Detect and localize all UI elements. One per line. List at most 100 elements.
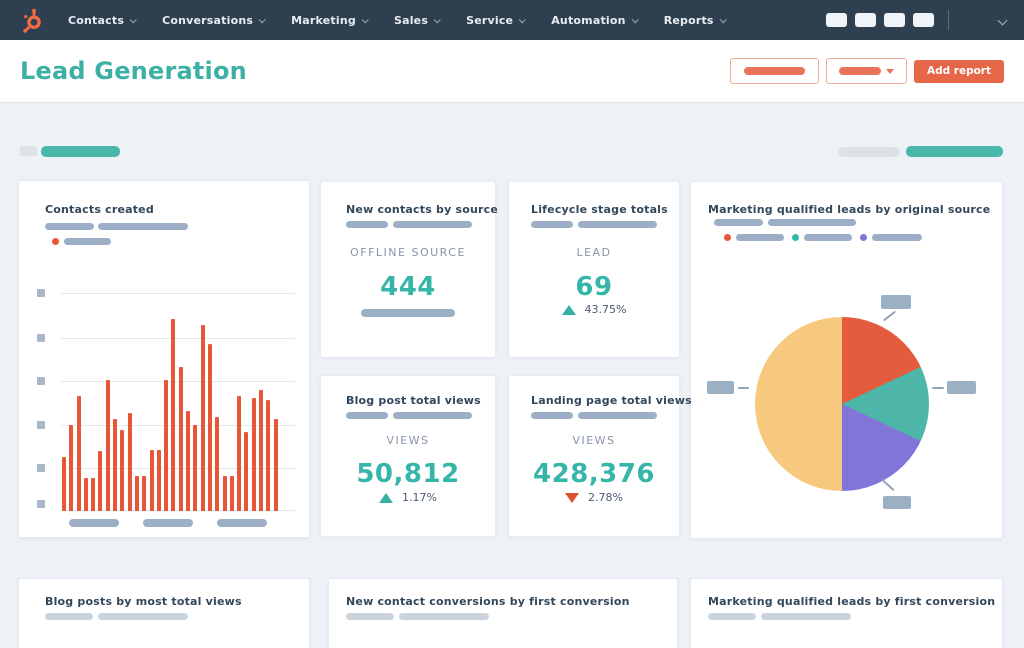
account-chevron-down-icon[interactable] — [997, 15, 1008, 25]
bar — [215, 417, 220, 511]
redacted-subtitle-bar — [531, 412, 573, 419]
bar — [178, 367, 183, 511]
redacted-pie-label — [707, 381, 734, 394]
bar — [273, 419, 278, 511]
card-title: Lifecycle stage totals — [531, 203, 668, 216]
delta-value: 2.78% — [588, 491, 623, 504]
bar — [127, 413, 132, 511]
card-contacts-created: Contacts created — [18, 180, 310, 538]
redacted-subtitle-bar — [346, 613, 394, 620]
delta-up-icon — [379, 492, 394, 503]
redacted-x-label-bar — [143, 519, 193, 527]
redacted-subtitle-bar — [98, 223, 188, 230]
metric-value: 50,812 — [356, 459, 460, 489]
card-title: New contact conversions by first convers… — [346, 595, 630, 608]
bar — [76, 396, 81, 511]
pie-leader-line — [882, 310, 897, 322]
nav-item-label: Reports — [663, 13, 714, 27]
card-new-contact-conversions: New contact conversions by first convers… — [328, 578, 678, 648]
nav-menu: Contacts Conversations Marketing Sales Servi… — [68, 13, 727, 27]
nav-tool-button-4[interactable] — [913, 13, 934, 27]
legend-dot-orange — [52, 238, 59, 245]
nav-item-reports[interactable]: Reports — [663, 13, 727, 27]
nav-item-service[interactable]: Service — [466, 13, 526, 27]
redacted-subtitle-bar — [45, 613, 93, 620]
y-tick-placeholder — [37, 334, 45, 342]
redacted-label-bar — [743, 67, 805, 75]
bar — [259, 390, 264, 511]
redacted-subtitle-bar — [714, 219, 763, 226]
nav-tool-button-3[interactable] — [884, 13, 905, 27]
bar — [105, 380, 110, 511]
page-title: Lead Generation — [20, 57, 247, 85]
filter-toggle-placeholder[interactable] — [20, 146, 37, 156]
bar — [69, 425, 74, 511]
gridline — [61, 293, 295, 294]
hubspot-logo-icon[interactable] — [16, 5, 46, 35]
legend-dot-teal — [792, 234, 799, 241]
bar — [186, 411, 191, 511]
card-mql-by-first-conversion: Marketing qualified leads by first conve… — [690, 578, 1003, 648]
bar — [98, 451, 103, 511]
bar — [207, 344, 212, 511]
redacted-subtitle-bar — [399, 613, 489, 620]
redacted-legend-bar — [872, 234, 922, 241]
card-title: Contacts created — [45, 203, 154, 216]
redacted-subtitle-bar — [346, 221, 388, 228]
bar — [91, 478, 96, 511]
redacted-legend-bar — [736, 234, 784, 241]
card-mql-by-original-source: Marketing qualified leads by original so… — [690, 181, 1003, 539]
nav-tool-button-2[interactable] — [855, 13, 876, 27]
bar — [222, 476, 227, 511]
metric-delta: 1.17% — [321, 491, 495, 504]
header-action-button-1[interactable] — [729, 58, 819, 84]
redacted-pie-label — [883, 496, 911, 509]
filter-primary-placeholder[interactable] — [41, 146, 120, 157]
card-landing-page-total-views: Landing page total views VIEWS 428,376 2… — [508, 375, 692, 537]
redacted-subtitle-bar — [393, 221, 472, 228]
chevron-down-icon — [258, 15, 266, 23]
nav-item-conversations[interactable]: Conversations — [162, 13, 266, 27]
redacted-x-label-bar — [217, 519, 267, 527]
bar — [193, 425, 198, 511]
nav-item-automation[interactable]: Automation — [551, 14, 639, 27]
redacted-subtitle-bar — [393, 412, 472, 419]
add-report-button[interactable]: Add report — [913, 59, 1004, 83]
y-tick-placeholder — [37, 377, 45, 385]
nav-item-label: Contacts — [68, 13, 125, 27]
redacted-subtitle-bar — [578, 412, 657, 419]
card-blog-posts-by-most-total-views: Blog posts by most total views — [18, 578, 310, 648]
nav-item-sales[interactable]: Sales — [393, 13, 441, 27]
bar — [171, 319, 176, 511]
bar — [266, 400, 271, 511]
dropdown-caret-icon — [885, 68, 894, 74]
nav-item-label: Service — [466, 13, 514, 27]
bar — [62, 457, 66, 511]
bar — [164, 380, 169, 511]
redacted-label-bar — [838, 67, 881, 75]
redacted-subtitle-bar — [761, 613, 851, 620]
card-blog-post-total-views: Blog post total views VIEWS 50,812 1.17% — [320, 375, 496, 537]
nav-item-contacts[interactable]: Contacts — [68, 13, 137, 27]
legend-dot-purple — [860, 234, 867, 241]
top-navigation-bar: Contacts Conversations Marketing Sales Servi… — [0, 0, 1024, 40]
nav-item-label: Conversations — [162, 13, 254, 27]
bar — [120, 430, 125, 511]
metric-label: VIEWS — [572, 434, 616, 447]
nav-item-label: Sales — [393, 13, 429, 27]
redacted-subtitle-bar — [531, 221, 573, 228]
redacted-legend-bar — [804, 234, 852, 241]
chevron-down-icon — [129, 15, 137, 23]
toolbar-primary-placeholder[interactable] — [906, 146, 1003, 157]
bar — [244, 432, 249, 511]
chevron-down-icon — [518, 15, 526, 23]
toolbar-secondary-placeholder[interactable] — [838, 147, 900, 157]
metric-delta: 43.75% — [509, 303, 679, 316]
pie-leader-line — [881, 478, 895, 492]
nav-item-marketing[interactable]: Marketing — [291, 14, 369, 27]
nav-tool-button-1[interactable] — [826, 13, 847, 27]
delta-value: 1.17% — [402, 491, 437, 504]
bar — [251, 398, 256, 511]
header-dropdown-button[interactable] — [825, 58, 907, 84]
bar — [83, 478, 88, 511]
